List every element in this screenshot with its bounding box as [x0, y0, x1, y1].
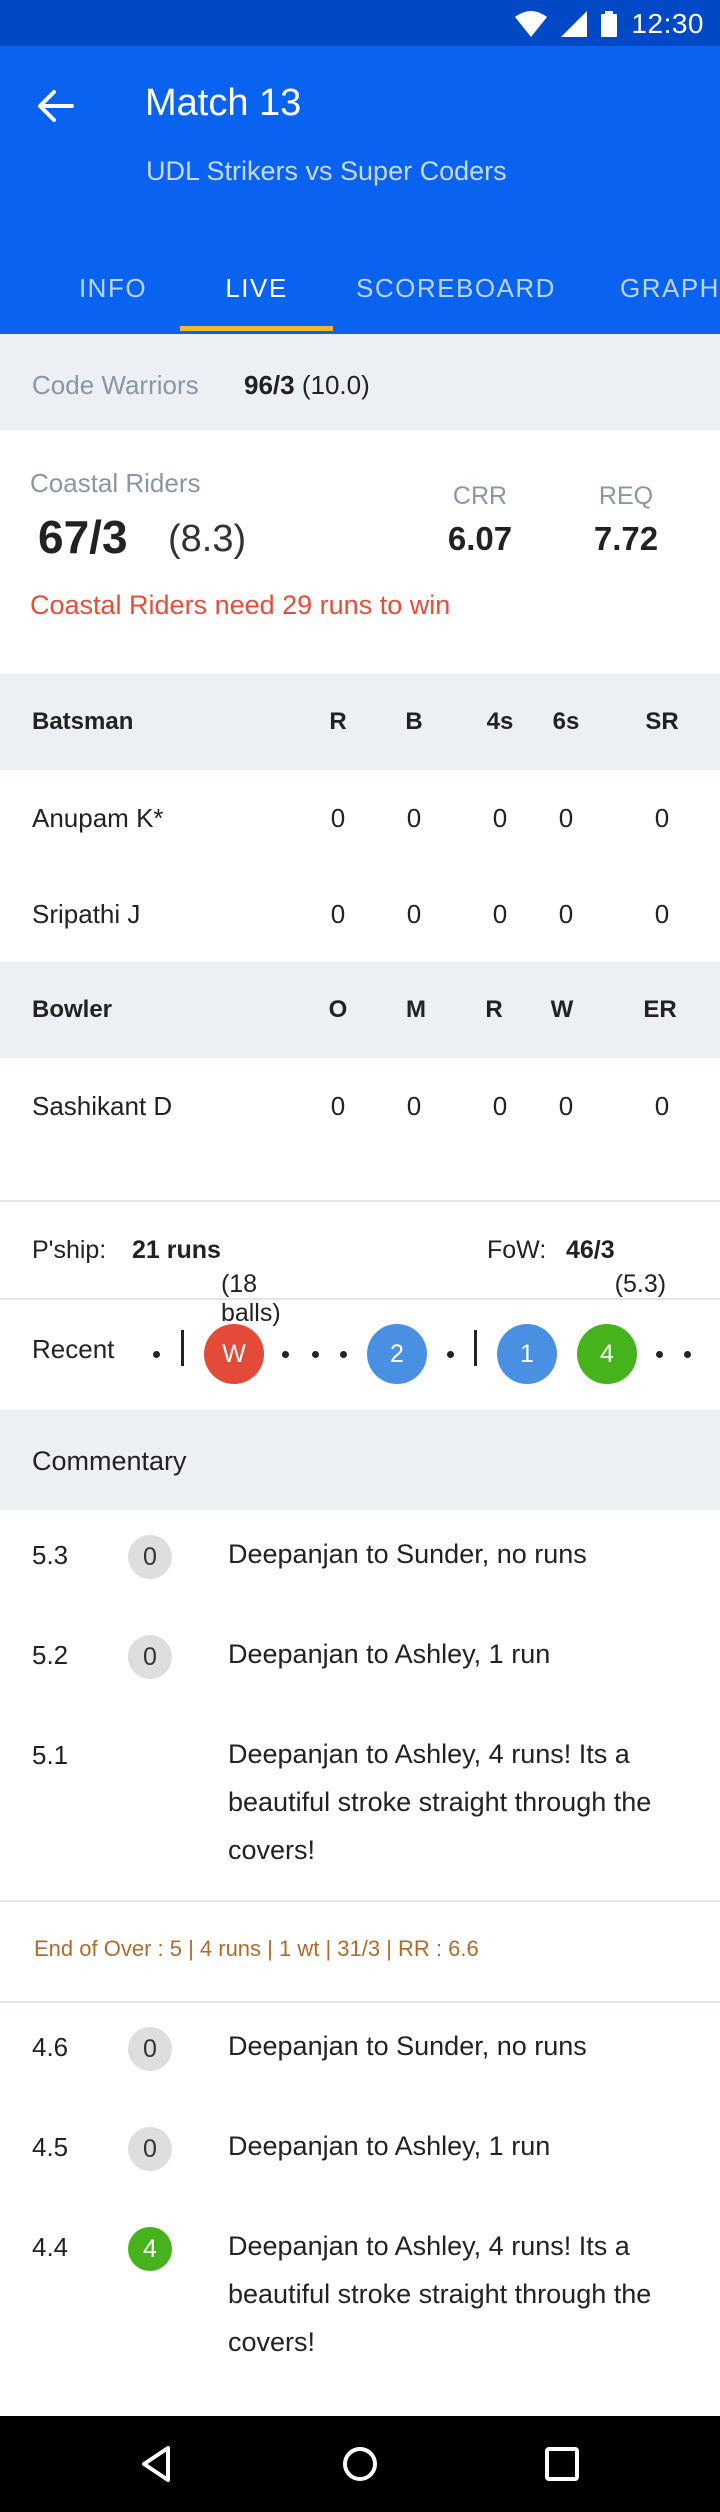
match-subtitle: UDL Strikers vs Super Coders: [146, 156, 507, 186]
table-row[interactable]: Anupam K* 0 0 0 0 0: [0, 770, 720, 866]
wifi-icon: [515, 11, 548, 37]
req-value: 7.72: [593, 520, 659, 557]
over-number: 5.1: [32, 1740, 69, 1770]
dot-ball: [153, 1351, 160, 1358]
commentary-text: Deepanjan to Ashley, 4 runs! Its a beaut…: [228, 1739, 652, 1865]
commentary-text: Deepanjan to Sunder, no runs: [228, 2031, 587, 2061]
page-title: Match 13: [145, 82, 302, 124]
signal-icon: [561, 11, 588, 37]
over-number: 4.4: [32, 2232, 69, 2262]
tab-info[interactable]: INFO: [56, 252, 170, 334]
dot-ball: [656, 1351, 663, 1358]
commentary-title: Commentary: [32, 1446, 187, 1476]
runs-badge: 0: [128, 1635, 172, 1679]
recents-nav-icon[interactable]: [538, 2440, 586, 2488]
back-arrow-icon[interactable]: [36, 86, 76, 126]
first-innings-summary: Code Warriors 96/3 (10.0): [0, 334, 720, 430]
partnership-row: P'ship: 21 runs (18 balls) FoW: 46/3 (5.…: [0, 1202, 720, 1327]
over-number: 5.3: [32, 1540, 69, 1570]
active-tab-indicator: [180, 326, 333, 331]
list-item: 5.2 0 Deepanjan to Ashley, 1 run: [0, 1635, 720, 1720]
runs-badge: 0: [128, 2027, 172, 2071]
battery-icon: [601, 11, 618, 37]
batsman-name: Anupam K*: [32, 803, 164, 833]
dot-ball: [684, 1351, 691, 1358]
bowler-table-header: Bowler O M R W ER: [0, 962, 720, 1058]
other-team-score: 96/3 (10.0): [244, 370, 370, 400]
tab-scoreboard[interactable]: SCOREBOARD: [350, 252, 562, 334]
fow-label: FoW:: [487, 1236, 547, 1264]
status-bar: 12:30: [0, 0, 720, 46]
target-message: Coastal Riders need 29 runs to win: [30, 590, 451, 620]
recent-label: Recent: [32, 1334, 115, 1364]
partnership-label: P'ship:: [32, 1236, 107, 1264]
dot-ball: [282, 1351, 289, 1358]
batsman-table-header: Batsman R B 4s 6s SR: [0, 674, 720, 770]
system-nav-bar: [0, 2416, 720, 2512]
end-of-over-summary: End of Over : 5 | 4 runs | 1 wt | 31/3 |…: [0, 1902, 720, 2002]
list-item: 4.5 0 Deepanjan to Ashley, 1 run: [0, 2127, 720, 2212]
list-item: 5.1 Deepanjan to Ashley, 4 runs! Its a b…: [0, 1739, 720, 1890]
app-header: Match 13 UDL Strikers vs Super Coders IN…: [0, 46, 720, 334]
commentary-text: Deepanjan to Sunder, no runs: [228, 1539, 587, 1569]
over-number: 5.2: [32, 1640, 69, 1670]
batting-team-summary: Coastal Riders 67/3 (8.3) CRR 6.07 REQ 7…: [0, 430, 720, 674]
over-number: 4.5: [32, 2132, 69, 2162]
req-label: REQ: [598, 482, 654, 510]
recent-ball: 4: [577, 1324, 637, 1384]
commentary-text: Deepanjan to Ashley, 1 run: [228, 1639, 551, 1669]
tab-live[interactable]: LIVE: [180, 252, 333, 334]
batsman-name: Sripathi J: [32, 899, 141, 929]
home-nav-icon[interactable]: [336, 2440, 384, 2488]
over-separator: [181, 1330, 184, 1366]
tab-graph[interactable]: GRAPH: [620, 252, 720, 334]
back-nav-icon[interactable]: [134, 2440, 182, 2488]
runs-badge: 4: [128, 2227, 172, 2271]
recent-balls: Recent W 2 1 4: [0, 1300, 720, 1410]
other-team-name: Code Warriors: [32, 370, 199, 400]
bowler-name: Sashikant D: [32, 1091, 173, 1121]
commentary-text: Deepanjan to Ashley, 1 run: [228, 2131, 551, 2161]
crr-label: CRR: [452, 482, 508, 510]
commentary-text: Deepanjan to Ashley, 4 runs! Its a beaut…: [228, 2231, 652, 2357]
table-row[interactable]: Sripathi J 0 0 0 0 0: [0, 866, 720, 962]
dot-ball: [312, 1351, 319, 1358]
list-item: 4.4 4 Deepanjan to Ashley, 4 runs! Its a…: [0, 2227, 720, 2382]
batting-team-overs: (8.3): [168, 518, 247, 560]
partnership-value: 21 runs (18 balls): [132, 1236, 281, 1327]
over-separator: [474, 1330, 477, 1366]
end-of-over-text: End of Over : 5 | 4 runs | 1 wt | 31/3 |…: [34, 1936, 479, 1961]
list-item: 4.6 0 Deepanjan to Sunder, no runs: [0, 2027, 720, 2112]
batting-team-name: Coastal Riders: [30, 468, 201, 498]
clock: 12:30: [631, 8, 704, 39]
recent-ball: 2: [367, 1324, 427, 1384]
over-number: 4.6: [32, 2032, 69, 2062]
dot-ball: [447, 1351, 454, 1358]
runs-badge: 0: [128, 1535, 172, 1579]
commentary-header: Commentary: [0, 1410, 720, 1510]
divider: [0, 2001, 720, 2003]
batting-team-score: 67/3: [38, 511, 128, 563]
recent-ball: W: [204, 1324, 264, 1384]
tab-bar: INFO LIVE SCOREBOARD GRAPH: [0, 252, 720, 334]
recent-ball: 1: [497, 1324, 557, 1384]
runs-badge: 0: [128, 2127, 172, 2171]
crr-value: 6.07: [447, 520, 513, 557]
list-item: 5.3 0 Deepanjan to Sunder, no runs: [0, 1535, 720, 1620]
table-row[interactable]: Sashikant D 0 0 0 0 0: [0, 1058, 720, 1154]
fow-value: 46/3 (5.3): [566, 1236, 667, 1298]
dot-ball: [340, 1351, 347, 1358]
